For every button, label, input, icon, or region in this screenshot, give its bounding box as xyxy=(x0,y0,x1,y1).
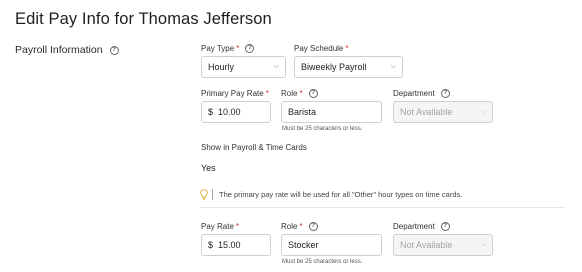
help-icon[interactable]: ? xyxy=(308,89,318,98)
separator xyxy=(212,189,213,200)
help-icon[interactable]: ? xyxy=(440,222,450,231)
help-icon[interactable]: ? xyxy=(308,222,318,231)
department-select-2: Not Available ⌵ xyxy=(393,234,493,256)
role-input-2[interactable]: Stocker xyxy=(281,234,382,256)
lightbulb-icon xyxy=(200,189,208,200)
info-note-text: The primary pay rate will be used for al… xyxy=(219,190,463,199)
payroll-information-section-label: Payroll Information ? xyxy=(15,44,119,56)
show-in-payroll-label: Show in Payroll & Time Cards xyxy=(201,143,307,152)
department-label: Department ? xyxy=(393,89,450,98)
required-marker: * xyxy=(265,89,269,98)
help-icon[interactable]: ? xyxy=(109,45,119,55)
pay-type-value: Hourly xyxy=(208,62,235,72)
required-marker: * xyxy=(345,44,349,53)
department-select: Not Available ⌵ xyxy=(393,101,493,123)
currency-symbol: $ xyxy=(208,240,214,250)
pay-schedule-label: Pay Schedule * xyxy=(294,44,349,53)
department-value: Not Available xyxy=(400,107,453,117)
required-marker: * xyxy=(299,222,303,231)
required-marker: * xyxy=(236,44,240,53)
pay-rate-value: 15.00 xyxy=(218,240,241,250)
chevron-down-icon: ⌵ xyxy=(273,63,279,70)
role-hint: Must be 25 characters or less. xyxy=(282,126,363,132)
primary-pay-rate-input[interactable]: $ 10.00 xyxy=(201,101,271,123)
required-marker: * xyxy=(235,222,240,231)
required-marker: * xyxy=(299,89,303,98)
department-label-2: Department ? xyxy=(393,222,450,231)
chevron-down-icon: ⌵ xyxy=(390,63,396,70)
section-label-text: Payroll Information xyxy=(15,44,103,56)
help-icon[interactable]: ? xyxy=(440,89,450,98)
divider xyxy=(200,207,565,208)
role-value-2: Stocker xyxy=(288,240,319,250)
page-title: Edit Pay Info for Thomas Jefferson xyxy=(15,10,272,28)
pay-rate-label: Pay Rate * xyxy=(201,222,240,231)
role-value: Barista xyxy=(288,107,317,117)
role-hint-2: Must be 25 characters or less. xyxy=(282,259,363,265)
role-input[interactable]: Barista xyxy=(281,101,382,123)
primary-pay-rate-label: Primary Pay Rate * xyxy=(201,89,269,98)
role-label: Role * ? xyxy=(281,89,318,98)
show-in-payroll-value: Yes xyxy=(201,163,216,173)
pay-schedule-select[interactable]: Biweekly Payroll ⌵ xyxy=(294,56,403,78)
chevron-down-icon: ⌵ xyxy=(480,241,486,248)
primary-pay-rate-value: 10.00 xyxy=(218,107,241,117)
help-icon[interactable]: ? xyxy=(245,44,255,53)
role-label-2: Role * ? xyxy=(281,222,318,231)
pay-rate-input[interactable]: $ 15.00 xyxy=(201,234,271,256)
chevron-down-icon: ⌵ xyxy=(480,108,486,115)
pay-schedule-value: Biweekly Payroll xyxy=(301,62,367,72)
department-value-2: Not Available xyxy=(400,240,453,250)
pay-type-label: Pay Type * ? xyxy=(201,44,255,53)
info-note: The primary pay rate will be used for al… xyxy=(200,189,462,200)
currency-symbol: $ xyxy=(208,107,214,117)
pay-type-select[interactable]: Hourly ⌵ xyxy=(201,56,286,78)
